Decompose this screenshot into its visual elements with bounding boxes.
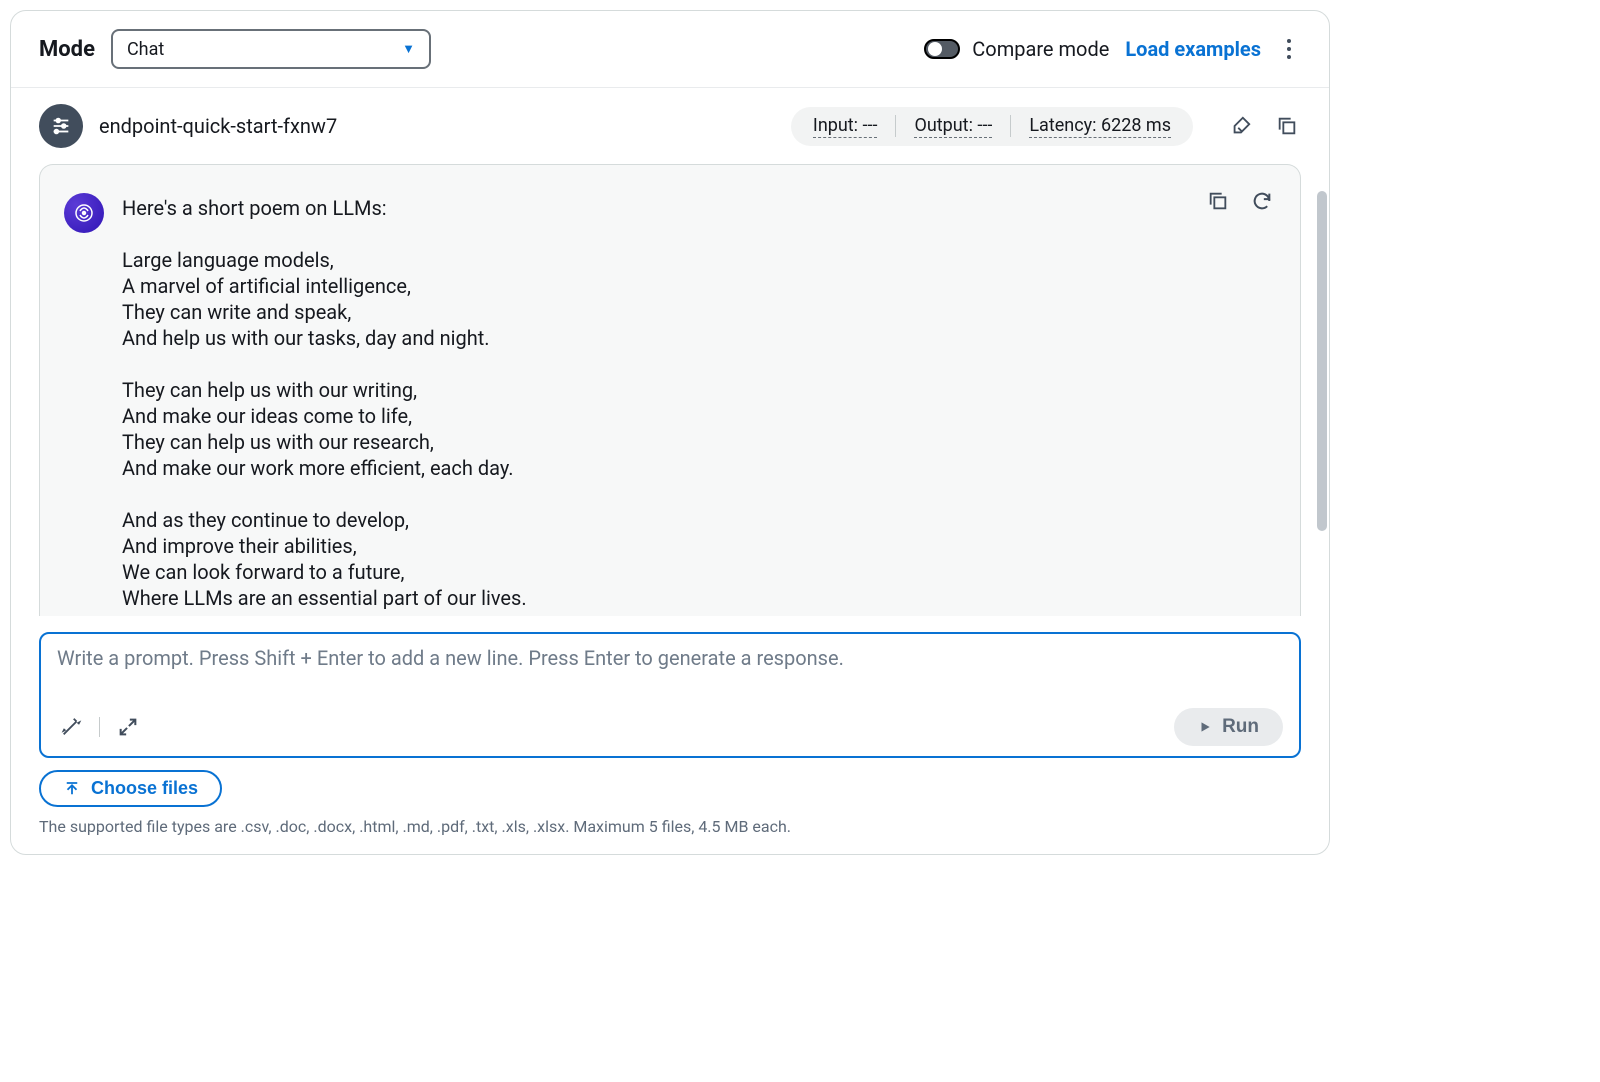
topbar: Mode Chat ▼ Compare mode Load examples	[11, 11, 1329, 88]
settings-icon	[39, 104, 83, 148]
compare-mode-label: Compare mode	[972, 37, 1109, 61]
scrollbar-thumb[interactable]	[1317, 191, 1327, 531]
mode-label: Mode	[39, 37, 95, 62]
compare-mode-toggle-wrap: Compare mode	[924, 37, 1109, 61]
app-container: Mode Chat ▼ Compare mode Load examples e…	[10, 10, 1330, 855]
copy-response-icon[interactable]	[1204, 187, 1232, 215]
more-menu-button[interactable]	[1277, 39, 1301, 59]
assistant-message: Here's a short poem on LLMs: Large langu…	[64, 193, 1276, 611]
regenerate-icon[interactable]	[1248, 187, 1276, 215]
magic-wand-icon[interactable]	[57, 713, 85, 741]
run-button-label: Run	[1222, 716, 1259, 738]
expand-icon[interactable]	[114, 713, 142, 741]
endpoint-name: endpoint-quick-start-fxnw7	[99, 114, 337, 138]
endpoint-row: endpoint-quick-start-fxnw7 Input: --- Ou…	[11, 88, 1329, 164]
choose-files-button[interactable]: Choose files	[39, 770, 222, 807]
load-examples-link[interactable]: Load examples	[1125, 37, 1261, 61]
metrics-pill: Input: --- Output: --- Latency: 6228 ms	[791, 107, 1193, 146]
compare-mode-toggle[interactable]	[924, 39, 960, 59]
choose-files-label: Choose files	[91, 778, 198, 799]
output-metric: Output: ---	[914, 115, 992, 138]
input-metric: Input: ---	[813, 115, 878, 138]
assistant-avatar-icon	[64, 193, 104, 233]
copy-icon[interactable]	[1273, 112, 1301, 140]
chevron-down-icon: ▼	[402, 41, 415, 57]
mode-select[interactable]: Chat ▼	[111, 29, 431, 69]
run-button[interactable]: Run	[1174, 708, 1283, 746]
assistant-message-text: Here's a short poem on LLMs: Large langu…	[122, 193, 1276, 611]
mode-select-value: Chat	[127, 39, 164, 60]
latency-metric: Latency: 6228 ms	[1029, 115, 1171, 138]
response-area: Here's a short poem on LLMs: Large langu…	[39, 164, 1301, 616]
clear-icon[interactable]	[1227, 112, 1255, 140]
prompt-container: Run	[39, 632, 1301, 758]
file-hint: The supported file types are .csv, .doc,…	[39, 817, 1301, 836]
prompt-input[interactable]	[57, 646, 1283, 704]
